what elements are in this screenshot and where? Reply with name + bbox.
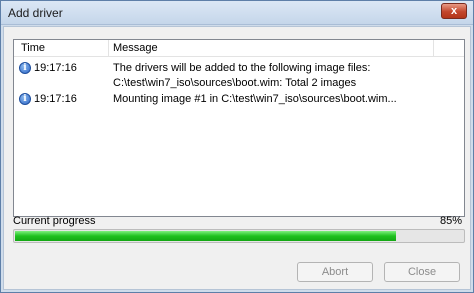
window-title: Add driver bbox=[8, 6, 63, 20]
progress-bar bbox=[13, 229, 465, 243]
window-close-button[interactable]: x bbox=[441, 3, 467, 19]
log-row[interactable]: i 19:17:16 The drivers will be added to … bbox=[14, 62, 464, 76]
log-message-continuation: C:\test\win7_iso\sources\boot.wim: Total… bbox=[113, 77, 357, 89]
progress-percent: 85% bbox=[439, 215, 462, 227]
progress-bar-fill bbox=[15, 231, 396, 241]
column-header-message[interactable]: Message bbox=[109, 40, 434, 57]
dialog-content: Time Message i 19:17:16 The drivers will… bbox=[3, 26, 471, 290]
column-header-time[interactable]: Time bbox=[14, 40, 109, 57]
log-row[interactable]: i 19:17:16 Mounting image #1 in C:\test\… bbox=[14, 93, 464, 107]
log-time: 19:17:16 bbox=[34, 93, 77, 105]
progress-label: Current progress bbox=[13, 215, 96, 227]
abort-button[interactable]: Abort bbox=[297, 262, 373, 282]
info-icon: i bbox=[19, 93, 31, 105]
info-icon: i bbox=[19, 62, 31, 74]
log-message: The drivers will be added to the followi… bbox=[113, 62, 371, 74]
add-driver-dialog: Add driver x Time Message i 19:17:16 The… bbox=[0, 0, 474, 293]
log-time: 19:17:16 bbox=[34, 62, 77, 74]
log-list[interactable]: Time Message i 19:17:16 The drivers will… bbox=[13, 39, 465, 217]
log-message: Mounting image #1 in C:\test\win7_iso\so… bbox=[113, 93, 397, 105]
close-icon: x bbox=[450, 5, 458, 17]
title-bar: Add driver x bbox=[1, 1, 473, 25]
close-button[interactable]: Close bbox=[384, 262, 460, 282]
log-header: Time Message bbox=[14, 40, 464, 57]
